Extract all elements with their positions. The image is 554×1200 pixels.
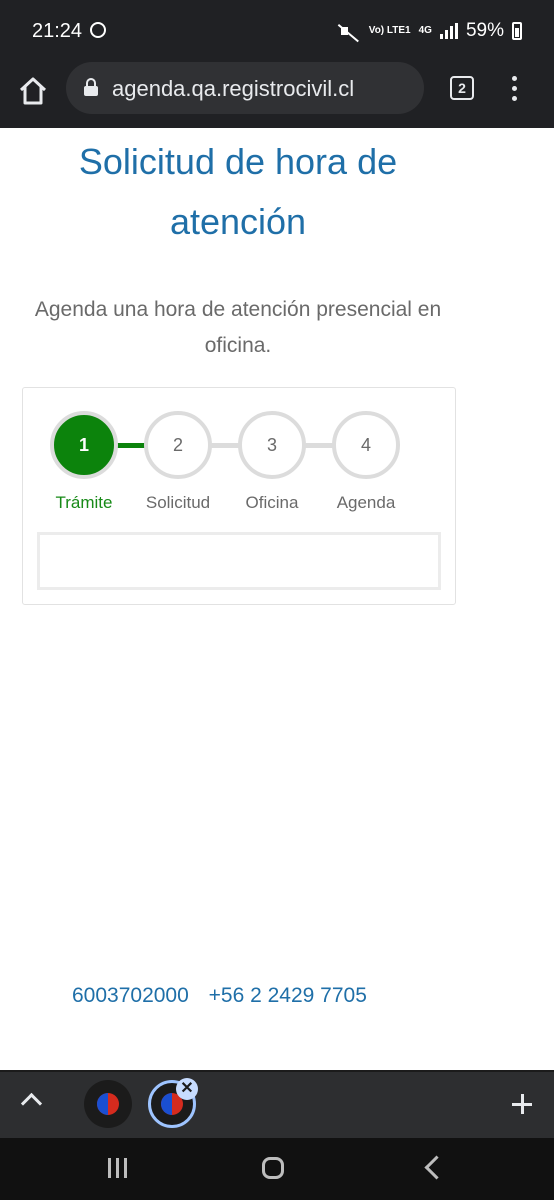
step-4-circle[interactable]: 4: [332, 411, 400, 479]
status-time: 21:24: [32, 20, 83, 42]
system-home-icon[interactable]: [262, 1157, 284, 1179]
step-content-box: [37, 532, 441, 590]
phone-link-2[interactable]: +56 2 2429 7705: [209, 984, 367, 1007]
step-4-label: Agenda: [336, 493, 396, 512]
contact-phones: 6003702000 +56 2 2429 7705: [72, 984, 367, 1008]
step-connector-3: [301, 443, 335, 448]
network-type: 4G: [418, 25, 432, 36]
step-2-circle[interactable]: 2: [144, 411, 212, 479]
url-text[interactable]: agenda.qa.registrocivil.cl: [112, 76, 354, 102]
home-icon[interactable]: [18, 76, 48, 106]
volte-indicator: Vo) LTE1: [368, 25, 411, 36]
battery-icon: [512, 22, 522, 40]
recents-icon[interactable]: [108, 1158, 132, 1178]
back-icon[interactable]: [424, 1155, 449, 1180]
mute-icon: [339, 22, 361, 40]
chevron-up-icon[interactable]: [20, 1092, 43, 1115]
stepper-card: 1 2 3 4 Trámite Solicitud Oficina Agenda: [22, 387, 456, 605]
signal-icon: [439, 23, 458, 39]
system-nav-bar: [0, 1138, 554, 1200]
tab-favicon-1[interactable]: [84, 1080, 132, 1128]
battery-percent: 59%: [465, 20, 504, 41]
close-tab-icon[interactable]: ✕: [176, 1078, 198, 1100]
page-title: Solicitud de hora de atención: [78, 141, 398, 242]
new-tab-icon[interactable]: [512, 1094, 532, 1114]
chile-flag-icon: [97, 1093, 119, 1115]
tab-strip: ✕: [0, 1070, 554, 1140]
messenger-icon: [90, 22, 106, 38]
step-connector-1: [113, 443, 147, 448]
tab-switcher-button[interactable]: 2: [450, 76, 474, 100]
lock-icon: [84, 78, 98, 96]
step-3-circle[interactable]: 3: [238, 411, 306, 479]
browser-toolbar: agenda.qa.registrocivil.cl 2: [0, 62, 554, 128]
phone-link-1[interactable]: 6003702000: [72, 984, 189, 1007]
intro-text: Agenda una hora de atención presencial e…: [34, 298, 442, 357]
status-bar: 21:24 Vo) LTE1 4G 59%: [0, 0, 554, 62]
step-connector-2: [207, 443, 241, 448]
address-bar[interactable]: agenda.qa.registrocivil.cl: [66, 62, 424, 114]
step-1-circle[interactable]: 1: [50, 411, 118, 479]
more-menu-icon[interactable]: [512, 76, 518, 102]
